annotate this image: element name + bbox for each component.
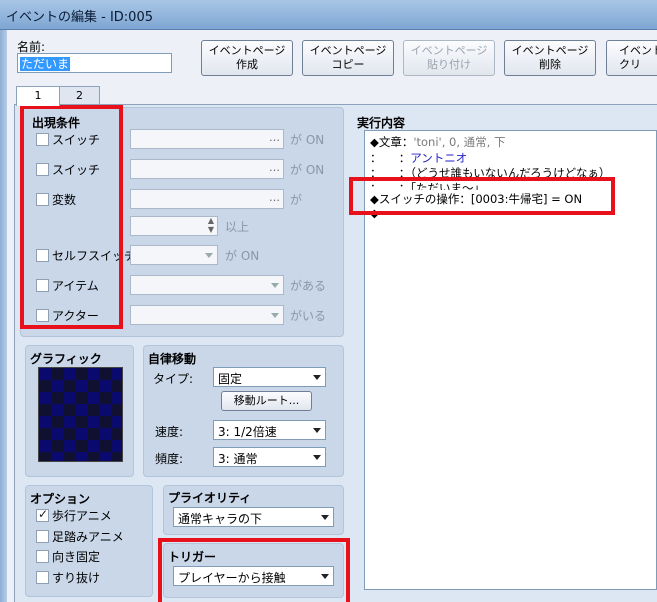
paste-page-button[interactable]: イベントページ 貼り付け xyxy=(403,40,495,76)
actor-suffix: がいる xyxy=(290,309,327,323)
ellipsis-icon: … xyxy=(269,161,280,174)
conditions-highlight xyxy=(20,105,123,329)
tab-page-1[interactable]: 1 xyxy=(16,86,60,106)
contents-title: 実行内容 xyxy=(357,116,406,130)
through-checkbox[interactable] xyxy=(36,571,49,584)
tab-page-2[interactable]: 2 xyxy=(59,86,100,105)
frequency-label: 頻度: xyxy=(155,452,184,466)
clear-page-button[interactable]: イベント クリ xyxy=(606,40,657,76)
speed-label: 速度: xyxy=(155,425,184,439)
delete-page-button[interactable]: イベントページ 削除 xyxy=(504,40,596,76)
window-frame xyxy=(0,30,7,602)
chevron-down-icon xyxy=(205,253,213,258)
chevron-down-icon xyxy=(321,515,329,520)
priority-title: プライオリティ xyxy=(168,491,252,505)
variable-suffix: が xyxy=(290,193,303,207)
frequency-select[interactable]: 3: 通常 xyxy=(213,447,326,467)
chevron-down-icon xyxy=(271,313,279,318)
dir-fix-label: 向き固定 xyxy=(52,550,101,564)
event-name-value: ただいま xyxy=(20,57,71,71)
item-suffix: がある xyxy=(290,279,327,293)
step-anim-label: 足踏みアニメ xyxy=(52,530,124,544)
title-bar: イベントの編集 - ID:005 xyxy=(0,0,657,30)
walk-anim-label: 歩行アニメ xyxy=(52,509,112,523)
self-switch-select[interactable] xyxy=(130,245,218,265)
chevron-down-icon xyxy=(271,283,279,288)
through-label: すり抜け xyxy=(52,571,101,585)
switch2-field[interactable]: … xyxy=(130,159,284,179)
actor-select[interactable] xyxy=(130,305,284,325)
ellipsis-icon: … xyxy=(269,131,280,144)
speed-select[interactable]: 3: 1/2倍速 xyxy=(213,420,326,440)
options-title: オプション xyxy=(30,492,91,506)
type-label: タイプ: xyxy=(153,372,194,386)
self-switch-suffix: が ON xyxy=(225,249,260,263)
chevron-down-icon xyxy=(313,375,321,380)
switch1-field[interactable]: … xyxy=(130,129,284,149)
variable-field[interactable]: … xyxy=(130,189,284,209)
priority-select[interactable]: 通常キャラの下 xyxy=(173,507,334,527)
event-name-input[interactable]: ただいま xyxy=(17,53,172,73)
ellipsis-icon: … xyxy=(269,191,280,204)
switch-command-highlight xyxy=(349,177,615,215)
walk-anim-checkbox[interactable] xyxy=(36,507,49,522)
create-page-button[interactable]: イベントページ 作成 xyxy=(201,40,293,76)
move-route-button[interactable]: 移動ルート... xyxy=(221,391,312,411)
autonomous-title: 自律移動 xyxy=(148,352,197,366)
trigger-highlight xyxy=(158,538,350,602)
graphic-title: グラフィック xyxy=(30,352,102,366)
item-select[interactable] xyxy=(130,275,284,295)
variable-value-spinner[interactable]: ▲ ▼ xyxy=(130,216,218,236)
chevron-down-icon xyxy=(313,428,321,433)
spinner-arrows-icon: ▲ ▼ xyxy=(207,216,214,234)
copy-page-button[interactable]: イベントページ コピー xyxy=(302,40,394,76)
dir-fix-checkbox[interactable] xyxy=(36,550,49,563)
variable-suffix2: 以上 xyxy=(225,220,250,234)
list-item[interactable]: ◆文章：'toni', 0, 通常, 下 xyxy=(370,134,505,150)
list-item[interactable]: ： ：アントニオ xyxy=(370,150,467,166)
window-title: イベントの編集 - ID:005 xyxy=(6,10,153,25)
graphic-preview[interactable] xyxy=(38,367,123,462)
step-anim-checkbox[interactable] xyxy=(36,530,49,543)
type-select[interactable]: 固定 xyxy=(213,367,326,387)
switch2-suffix: が ON xyxy=(290,163,325,177)
chevron-down-icon xyxy=(313,455,321,460)
switch1-suffix: が ON xyxy=(290,133,325,147)
